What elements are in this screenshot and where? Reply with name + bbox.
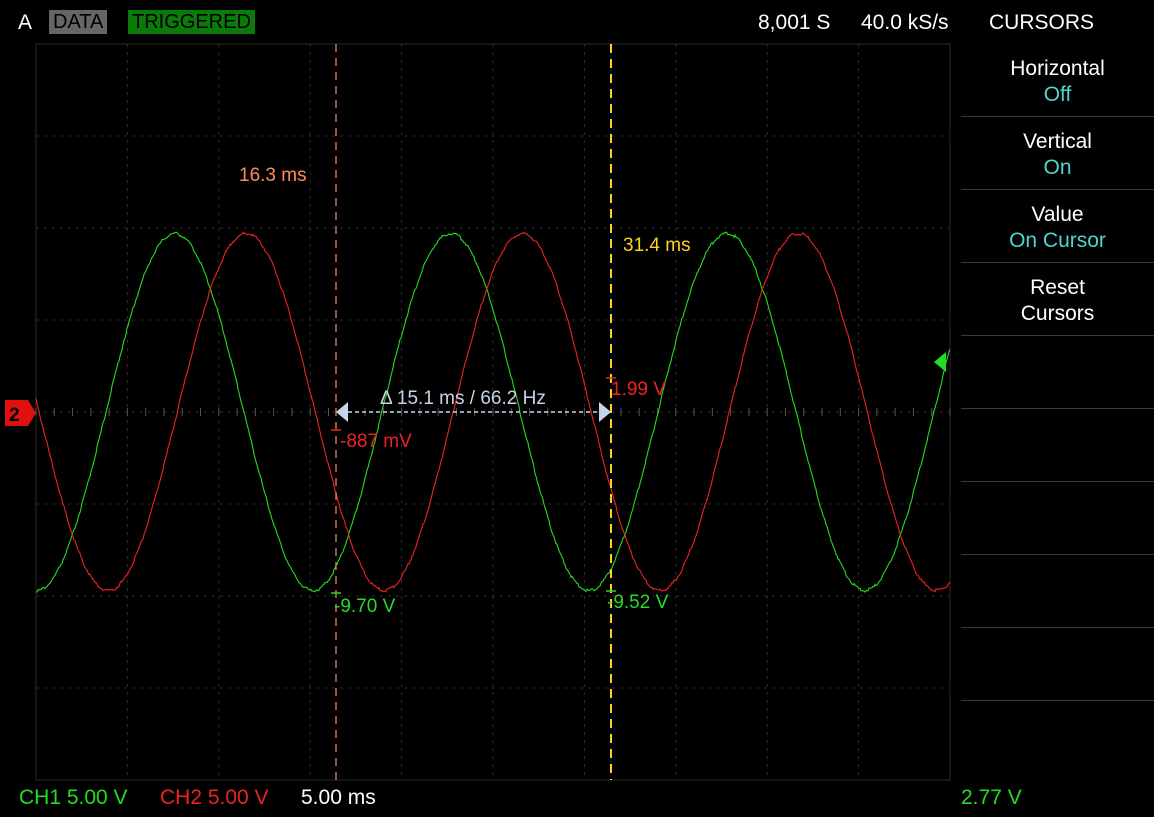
cursor-2-ch2-value: 1.99 V [611,379,666,400]
menu-item-value[interactable]: Value On Cursor [961,190,1154,263]
menu-slot-empty [961,336,1154,409]
trigger-level[interactable]: 2.77 V [961,786,1022,810]
cursors-menu: Horizontal Off Vertical On Value On Curs… [961,44,1154,774]
menu-item-vertical[interactable]: Vertical On [961,117,1154,190]
delta-arrow-right-icon [599,402,611,422]
ch2-marker-label: 2 [9,405,20,426]
menu-label: Reset [1030,276,1085,299]
graticule [35,44,951,780]
menu-value: On [1043,156,1072,179]
timebase[interactable]: 5.00 ms [301,786,376,810]
menu-label: Value [1031,203,1084,226]
menu-value: Off [1043,83,1072,106]
menu-item-horizontal[interactable]: Horizontal Off [961,44,1154,117]
cursor-1-time: 16.3 ms [239,165,307,186]
menu-item-reset[interactable]: Reset Cursors [961,263,1154,336]
cursor-2-ch1-value: -9.52 V [607,592,669,613]
menu-slot-empty [961,482,1154,555]
menu-label: Vertical [1023,130,1092,153]
menu-label: Horizontal [1010,57,1105,80]
delta-readout: Δ 15.1 ms / 66.2 Hz [380,388,546,409]
menu-slot-empty [961,409,1154,482]
cursor-1-ch2-value: -887 mV [340,431,412,452]
menu-slot-empty [961,701,1154,774]
cursor-1-ch1-value: -9.70 V [334,596,396,617]
menu-slot-empty [961,628,1154,701]
trigger-level-icon[interactable] [934,352,946,372]
cursor-2-time: 31.4 ms [623,235,691,256]
ch1-scale[interactable]: CH1 5.00 V [19,786,128,810]
ch2-ground-marker[interactable]: 2 [5,400,36,426]
delta-arrow-left-icon [336,402,348,422]
menu-label-2: Cursors [1020,302,1095,325]
menu-slot-empty [961,555,1154,628]
ch2-scale[interactable]: CH2 5.00 V [160,786,269,810]
menu-value: On Cursor [1009,229,1106,252]
